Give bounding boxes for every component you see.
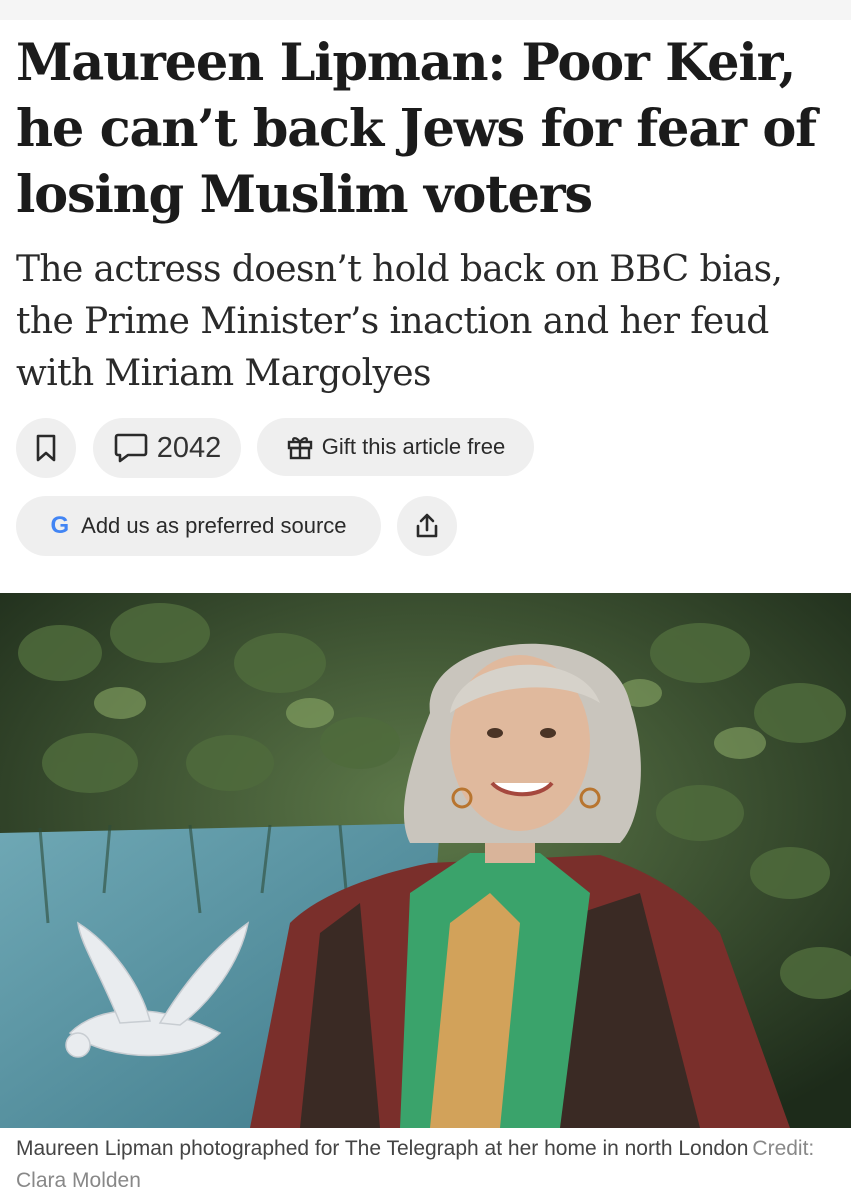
bookmark-button[interactable] [16,418,76,478]
google-icon: G [50,512,70,539]
image-caption: Maureen Lipman photographed for The Tele… [16,1133,836,1197]
portrait-photo [0,593,851,1128]
top-bar [0,0,851,20]
gift-article-button[interactable]: Gift this article free [257,418,534,476]
comment-count: 2042 [156,431,222,464]
article-headline: Maureen Lipman: Poor Keir, he can’t back… [16,33,817,225]
comment-icon [114,433,148,463]
article-standfirst: The actress doesn’t hold back on BBC bia… [16,249,783,394]
share-icon [416,513,438,538]
gift-icon [287,437,312,460]
article-photo [0,593,851,1128]
caption-text: Maureen Lipman photographed for The Tele… [16,1137,749,1160]
preferred-source-label: Add us as preferred source [81,513,347,538]
share-button[interactable] [397,496,457,556]
comments-button[interactable]: 2042 [93,418,241,478]
bookmark-icon [36,434,56,462]
gift-article-label: Gift this article free [321,434,506,459]
preferred-source-button[interactable]: G Add us as preferred source [16,496,381,556]
